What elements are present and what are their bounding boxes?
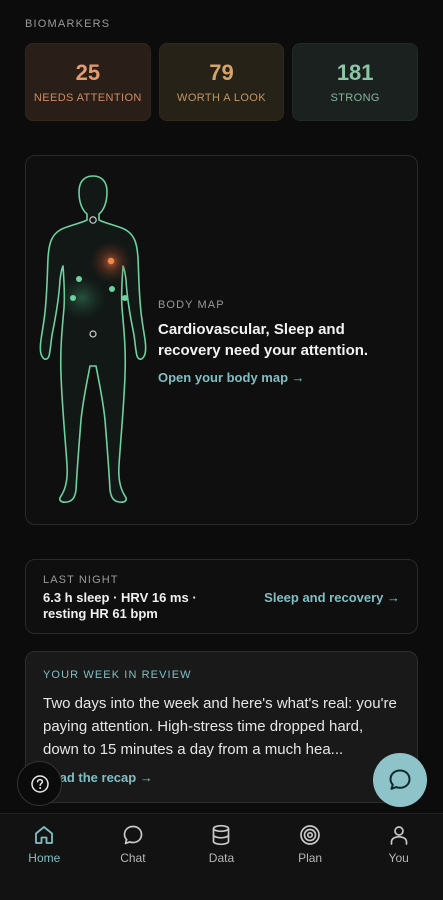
tab-plan[interactable]: Plan bbox=[266, 814, 355, 900]
needs-attention-label: NEEDS ATTENTION bbox=[33, 92, 142, 104]
home-icon bbox=[35, 826, 54, 844]
tab-plan-label: Plan bbox=[298, 851, 323, 865]
target-icon bbox=[300, 825, 320, 845]
needs-attention-tile[interactable]: 25 NEEDS ATTENTION bbox=[25, 43, 151, 121]
strong-label: STRONG bbox=[330, 92, 380, 104]
last-night-sleep-hrv: 6.3 h sleep · HRV 16 ms · bbox=[43, 590, 197, 605]
tab-you[interactable]: You bbox=[354, 814, 443, 900]
right-chest-marker[interactable] bbox=[109, 286, 115, 292]
left-chest-marker[interactable] bbox=[76, 276, 82, 282]
chat-icon bbox=[123, 825, 143, 845]
open-body-map-link[interactable]: Open your body map → bbox=[158, 370, 398, 385]
lower-chest-glow bbox=[58, 276, 106, 320]
body-map-summary: BODY MAP Cardiovascular, Sleep and recov… bbox=[158, 299, 398, 385]
week-in-review-kicker: YOUR WEEK IN REVIEW bbox=[43, 669, 192, 681]
last-night-resting-hr: resting HR 61 bpm bbox=[43, 606, 158, 621]
tab-home-label: Home bbox=[28, 851, 61, 865]
worth-a-look-count: 79 bbox=[209, 60, 234, 85]
body-map-card[interactable]: BODY MAP Cardiovascular, Sleep and recov… bbox=[25, 155, 418, 525]
chat-fab-button[interactable] bbox=[373, 753, 427, 807]
body-silhouette bbox=[39, 175, 147, 503]
worth-a-look-label: WORTH A LOOK bbox=[177, 92, 266, 104]
tab-data[interactable]: Data bbox=[177, 814, 266, 900]
body-map-kicker: BODY MAP bbox=[158, 299, 225, 311]
tab-data-label: Data bbox=[208, 851, 235, 865]
tab-chat[interactable]: Chat bbox=[89, 814, 178, 900]
week-in-review-card[interactable]: YOUR WEEK IN REVIEW Two days into the we… bbox=[25, 651, 418, 803]
body-figure-illustration[interactable] bbox=[38, 170, 148, 510]
help-button[interactable] bbox=[17, 761, 62, 806]
strong-count: 181 bbox=[336, 60, 374, 85]
right-arm-marker[interactable] bbox=[122, 295, 128, 301]
question-circle-icon bbox=[30, 774, 49, 793]
database-icon bbox=[213, 824, 230, 846]
body-map-headline: Cardiovascular, Sleep and recovery need … bbox=[158, 321, 369, 359]
tab-chat-label: Chat bbox=[120, 851, 146, 865]
user-icon bbox=[390, 826, 408, 845]
week-in-review-body: Two days into the week and here's what's… bbox=[43, 695, 397, 758]
worth-a-look-tile[interactable]: 79 WORTH A LOOK bbox=[158, 43, 285, 121]
last-night-kicker: LAST NIGHT bbox=[43, 574, 119, 586]
chat-bubble-icon bbox=[389, 769, 411, 790]
biomarkers-label: BIOMARKERS bbox=[25, 18, 111, 30]
tab-home[interactable]: Home bbox=[0, 814, 89, 900]
heart-marker[interactable] bbox=[107, 257, 115, 265]
last-night-card[interactable]: LAST NIGHT 6.3 h sleep · HRV 16 ms · res… bbox=[25, 559, 418, 634]
left-arm-marker[interactable] bbox=[70, 295, 76, 301]
bottom-tab-bar: Home Chat Data Plan You bbox=[0, 813, 443, 900]
biomarker-tiles: 25 NEEDS ATTENTION 79 WORTH A LOOK 181 S… bbox=[25, 43, 419, 121]
sleep-and-recovery-link[interactable]: Sleep and recovery → bbox=[264, 590, 400, 605]
strong-tile[interactable]: 181 STRONG bbox=[292, 43, 419, 121]
tab-you-label: You bbox=[388, 851, 409, 865]
needs-attention-count: 25 bbox=[75, 60, 101, 85]
